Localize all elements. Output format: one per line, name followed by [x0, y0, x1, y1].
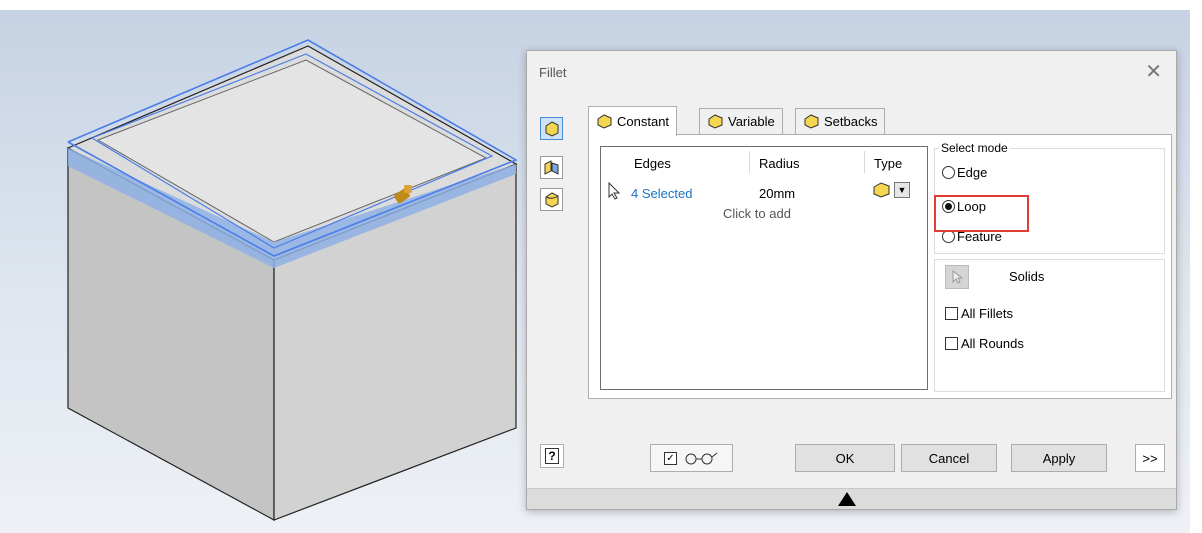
solids-group: Solids All Fillets All Rounds	[934, 259, 1165, 392]
preview-checkbox: ✓	[664, 451, 677, 465]
edge-selection-table[interactable]: Edges Radius Type 4 Selected 20mm ▼ Clic…	[600, 146, 928, 390]
solids-select-button[interactable]	[945, 265, 969, 289]
checkbox-label: All Fillets	[961, 306, 1014, 321]
edge-fillet-icon	[545, 121, 559, 137]
preview-toggle[interactable]: ✓	[650, 444, 733, 472]
checkbox-label: All Rounds	[961, 336, 1024, 351]
tab-label: Setbacks	[824, 114, 878, 129]
radius-value[interactable]: 20mm	[759, 186, 795, 201]
column-header-radius[interactable]: Radius	[759, 156, 799, 171]
collapse-arrow-icon[interactable]	[838, 492, 856, 506]
arrow-cursor-icon	[952, 270, 963, 284]
select-mode-legend: Select mode	[941, 141, 1008, 155]
column-header-type[interactable]: Type	[874, 156, 902, 171]
expand-button[interactable]: >>	[1135, 444, 1165, 472]
apply-button[interactable]: Apply	[1011, 444, 1107, 472]
chevron-down-icon[interactable]: ▼	[894, 182, 910, 198]
click-to-add-hint[interactable]: Click to add	[723, 206, 791, 221]
tab-constant[interactable]: Constant	[588, 106, 678, 136]
cursor-icon	[607, 181, 621, 203]
face-fillet-icon	[544, 160, 559, 175]
ok-button[interactable]: OK	[795, 444, 895, 472]
selected-edges-link[interactable]: 4 Selected	[631, 186, 692, 201]
radio-label: Edge	[957, 165, 988, 180]
help-icon: ?	[545, 448, 559, 464]
all-fillets-checkbox[interactable]: All Fillets	[945, 306, 1013, 321]
fillet-type-selector[interactable]: ▼	[872, 181, 910, 199]
close-icon[interactable]: ✕	[1145, 59, 1162, 84]
tab-label: Variable	[728, 114, 775, 129]
column-divider	[749, 151, 750, 173]
fillet-type-icon	[873, 182, 890, 198]
constant-fillet-icon	[597, 114, 612, 129]
solids-label: Solids	[1009, 269, 1045, 284]
full-round-fillet-icon	[545, 192, 559, 208]
all-rounds-checkbox[interactable]: All Rounds	[945, 336, 1024, 351]
help-button[interactable]: ?	[540, 444, 564, 468]
radio-indicator	[942, 166, 955, 179]
loop-highlight-box	[934, 195, 1029, 232]
column-header-edges[interactable]: Edges	[634, 156, 671, 171]
tab-label: Constant	[617, 114, 670, 129]
face-fillet-mode-button[interactable]	[540, 156, 563, 179]
variable-fillet-icon	[708, 114, 723, 129]
tab-setbacks[interactable]: Setbacks	[795, 108, 886, 134]
checkbox-box	[945, 337, 958, 350]
radio-edge[interactable]: Edge	[942, 165, 987, 180]
checkbox-box	[945, 307, 958, 320]
fillet-dialog: Fillet ✕ Constant Variable Setbacks Edge…	[526, 50, 1177, 510]
cancel-button[interactable]: Cancel	[901, 444, 997, 472]
column-divider	[864, 151, 865, 173]
dialog-footer-bar	[527, 488, 1176, 509]
dialog-title: Fillet	[539, 65, 567, 80]
full-round-fillet-mode-button[interactable]	[540, 188, 563, 211]
glasses-icon	[685, 452, 718, 465]
setback-fillet-icon	[804, 114, 819, 129]
tab-panel-constant: Edges Radius Type 4 Selected 20mm ▼ Clic…	[588, 134, 1172, 399]
edge-fillet-mode-button[interactable]	[540, 117, 563, 140]
tab-variable[interactable]: Variable	[699, 108, 783, 134]
